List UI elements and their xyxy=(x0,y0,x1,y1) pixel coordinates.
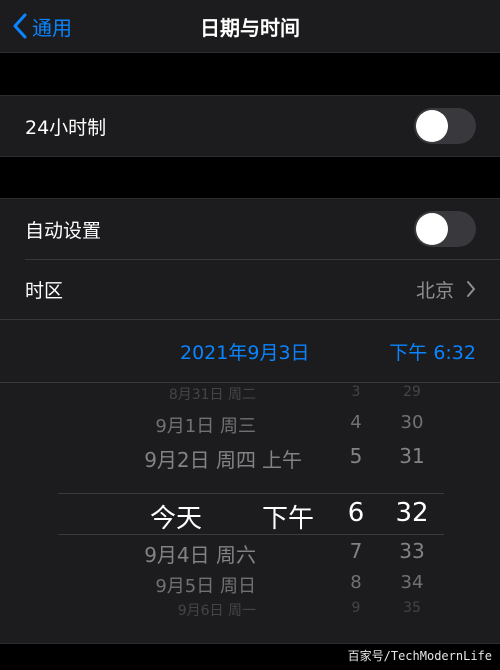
timezone-value: 北京 xyxy=(415,279,454,302)
ampm-item[interactable]: 上午 xyxy=(262,444,302,473)
selected-date[interactable]: 2021年9月3日 xyxy=(180,338,310,365)
date-item[interactable]: 今天 xyxy=(150,498,202,535)
minutes-item[interactable]: 32 xyxy=(392,498,432,528)
auto-set-row: 自动设置 xyxy=(0,199,500,259)
hour24-toggle[interactable] xyxy=(414,108,476,144)
hours-item[interactable]: 5 xyxy=(336,444,376,468)
date-item[interactable]: 9月6日 周一 xyxy=(178,600,256,620)
date-item[interactable]: 8月31日 周二 xyxy=(169,384,256,404)
hours-item[interactable]: 4 xyxy=(336,412,376,433)
watermark: 百家号/TechModernLife xyxy=(347,649,492,663)
minutes-item[interactable]: 34 xyxy=(392,572,432,593)
timezone-label: 时区 xyxy=(25,279,64,302)
minutes-item[interactable]: 35 xyxy=(392,600,432,616)
date-item[interactable]: 9月4日 周六 xyxy=(144,539,256,568)
hour24-row: 24小时制 xyxy=(0,96,500,156)
minutes-item[interactable]: 29 xyxy=(392,384,432,400)
hour24-label: 24小时制 xyxy=(25,116,107,139)
auto-set-label: 自动设置 xyxy=(25,219,102,242)
hours-item[interactable]: 6 xyxy=(336,498,376,528)
date-item[interactable]: 9月1日 周三 xyxy=(155,412,256,438)
chevron-right-icon xyxy=(467,281,475,297)
date-time-group: 自动设置 时区 北京 2021年9月3日 下午 6:32 8月31日 周二 9月1… xyxy=(0,198,500,644)
date-item[interactable]: 9月5日 周日 xyxy=(155,572,256,598)
hours-item[interactable]: 9 xyxy=(336,600,376,616)
date-time-picker[interactable]: 8月31日 周二 9月1日 周三 9月2日 周四今天 9月4日 周六 9月5日 周日 9月… xyxy=(0,382,500,643)
timezone-row[interactable]: 时区 北京 xyxy=(0,259,500,319)
minutes-item[interactable]: 33 xyxy=(392,539,432,563)
toggle-knob xyxy=(416,110,448,142)
hours-item[interactable]: 8 xyxy=(336,572,376,593)
hours-item[interactable]: 7 xyxy=(336,539,376,563)
picker-selection-band xyxy=(58,493,444,535)
hour-format-group: 24小时制 xyxy=(0,95,500,157)
minutes-item[interactable]: 31 xyxy=(392,444,432,468)
auto-set-toggle[interactable] xyxy=(414,211,476,247)
toggle-knob xyxy=(416,213,448,245)
date-item[interactable]: 9月2日 周四 xyxy=(144,444,256,473)
page-title: 日期与时间 xyxy=(200,16,300,40)
ampm-item[interactable]: 下午 xyxy=(262,498,314,535)
selected-time[interactable]: 下午 6:32 xyxy=(389,338,476,365)
hours-item[interactable]: 3 xyxy=(336,384,376,400)
navigation-bar: 通用 日期与时间 xyxy=(0,0,500,53)
minutes-item[interactable]: 30 xyxy=(392,412,432,433)
date-summary-row: 2021年9月3日 下午 6:32 xyxy=(0,319,500,382)
